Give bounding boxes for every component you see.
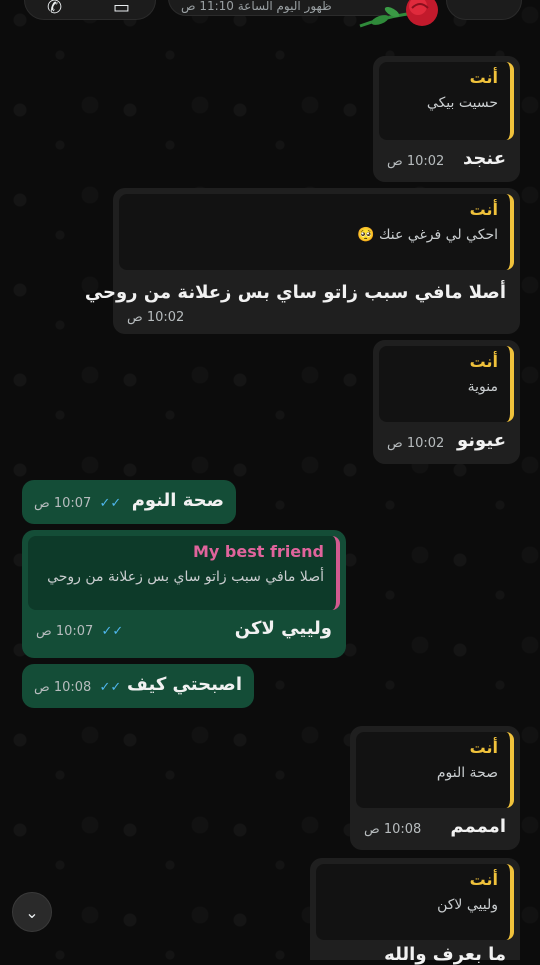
quote-author: My best friend	[193, 542, 324, 561]
reply-quote[interactable]: أنت حسيت بيكي	[379, 62, 514, 140]
message-bubble-incoming[interactable]: أنت حسيت بيكي عنجد 10:02 ص	[373, 56, 520, 182]
message-text: عيونو	[457, 430, 506, 451]
reply-quote[interactable]: أنت صحة النوم	[356, 732, 514, 808]
read-ticks-icon: ✓✓	[99, 680, 125, 695]
message-time: ✓✓ 10:07 ص	[36, 624, 127, 639]
message-text: امممم	[450, 816, 506, 837]
quote-author: أنت	[469, 352, 498, 371]
message-text: أصلا مافي سبب زاتو ساي بس زعلانة من روحي	[84, 282, 506, 303]
message-text: صحة النوم	[131, 490, 224, 511]
message-time: 10:08 ص	[364, 822, 422, 837]
message-text: ولييي لاكن	[234, 618, 332, 639]
message-bubble-outgoing[interactable]: صحة النوم ✓✓ 10:07 ص	[22, 480, 236, 524]
message-text: اصبحتي كيف	[127, 674, 242, 695]
message-bubble-incoming[interactable]: أنت صحة النوم امممم 10:08 ص	[350, 726, 520, 850]
quote-author: أنت	[469, 68, 498, 87]
video-icon[interactable]: ▭	[113, 0, 130, 18]
read-ticks-icon: ✓✓	[99, 496, 125, 511]
call-icon[interactable]: ✆	[47, 0, 62, 18]
last-seen-status: ظهور اليوم الساعة 11:10 ص	[181, 0, 332, 13]
read-ticks-icon: ✓✓	[101, 624, 127, 639]
message-bubble-incoming[interactable]: أنت منوية عيونو 10:02 ص	[373, 340, 520, 464]
message-time: 10:02 ص	[387, 436, 445, 451]
message-bubble-outgoing[interactable]: My best friend أصلا مافي سبب زاتو ساي بس…	[22, 530, 346, 658]
message-bubble-outgoing[interactable]: اصبحتي كيف ✓✓ 10:08 ص	[22, 664, 254, 708]
message-time: 10:02 ص	[387, 154, 445, 169]
reply-quote[interactable]: أنت ولييي لاكن	[316, 864, 514, 940]
message-bubble-incoming[interactable]: أنت ولييي لاكن ما بعرف والله	[310, 858, 520, 965]
reply-quote[interactable]: My best friend أصلا مافي سبب زاتو ساي بس…	[28, 536, 340, 610]
quote-text: أصلا مافي سبب زاتو ساي بس زعلانة من روحي	[47, 569, 324, 585]
header-menu[interactable]	[446, 0, 522, 20]
chat-header: ✆ ▭ ظهور اليوم الساعة 11:10 ص	[0, 0, 540, 36]
message-bubble-incoming[interactable]: أنت احكي لي فرغي عنك 🥺 أصلا مافي سبب زات…	[85, 188, 520, 334]
quote-author: أنت	[469, 738, 498, 757]
quote-text: ولييي لاكن	[437, 897, 498, 913]
rose-icon	[359, 0, 438, 28]
quote-author: أنت	[469, 200, 498, 219]
quote-text: منوية	[467, 379, 498, 395]
message-time: 10:02 ص	[127, 310, 185, 325]
reply-quote[interactable]: أنت منوية	[379, 346, 514, 422]
chevron-down-icon: ⌄	[25, 902, 39, 922]
quote-author: أنت	[469, 870, 498, 889]
quote-text: صحة النوم	[436, 765, 498, 781]
quote-text: حسيت بيكي	[426, 95, 498, 111]
quote-text: احكي لي فرغي عنك 🥺	[357, 227, 498, 243]
scroll-to-bottom-button[interactable]: ⌄	[12, 892, 52, 932]
message-time: ✓✓ 10:08 ص	[34, 680, 125, 695]
message-text: عنجد	[462, 148, 506, 169]
message-time: ✓✓ 10:07 ص	[34, 496, 125, 511]
call-actions: ✆ ▭	[24, 0, 156, 20]
message-text: ما بعرف والله	[384, 944, 506, 965]
reply-quote[interactable]: أنت احكي لي فرغي عنك 🥺	[119, 194, 514, 270]
